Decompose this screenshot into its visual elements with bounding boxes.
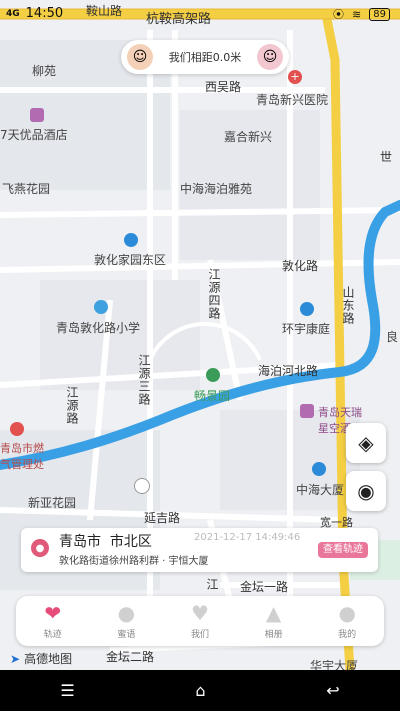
location-card: ● 青岛市 市北区 2021-12-17 14:49:46 敦化路街道徐州路利群…	[21, 528, 378, 572]
map-label: 中海大厦	[296, 483, 345, 497]
map-label: 青岛敦化路小学	[56, 321, 141, 335]
avatar[interactable]: ☺	[127, 44, 153, 70]
chat-bubble-icon: ●	[117, 601, 136, 625]
status-left: 4G 14:50	[6, 6, 63, 21]
tab-whisper[interactable]: ● 蜜语	[96, 601, 156, 640]
map-label: 金坛二路	[106, 650, 155, 664]
map-label: 世	[380, 150, 393, 164]
status-bar: 4G 14:50 ⦿ ≋ 89	[0, 0, 400, 28]
map-label: 新亚花园	[28, 496, 77, 510]
map-label: 延吉路	[144, 511, 181, 525]
building-icon[interactable]	[312, 462, 326, 476]
map-label: 7天优品酒店	[0, 128, 68, 142]
system-navigation-bar: ☰ ⌂ ↩	[0, 670, 400, 711]
map-label: 敦化路	[282, 259, 319, 273]
wifi-icon: ≋	[352, 7, 362, 21]
tab-album[interactable]: ▲ 相册	[244, 601, 304, 640]
map-label: 环宇康庭	[282, 322, 331, 336]
back-icon[interactable]: ↩	[326, 681, 339, 700]
map-label: 良	[386, 330, 399, 344]
heart-track-icon: ❤	[44, 601, 62, 625]
heart-icon: ♥	[191, 601, 209, 625]
map-label: 嘉合新兴	[224, 130, 273, 144]
hospital-icon[interactable]: +	[288, 70, 302, 84]
home-icon[interactable]: ⌂	[195, 681, 205, 700]
tab-label: 我的	[338, 630, 357, 640]
map-label: 飞燕花园	[2, 182, 51, 196]
hotel-icon[interactable]	[30, 108, 44, 122]
map-label: 西吴路	[205, 80, 242, 94]
map-label: 江源三路	[137, 354, 151, 406]
network-indicator: 4G	[6, 8, 20, 19]
map-label: 中海海泊雅苑	[180, 182, 253, 196]
hotel-icon[interactable]	[300, 404, 314, 418]
map-label: 敦化家园东区	[94, 253, 167, 267]
map-layers-button[interactable]: ◈	[346, 423, 386, 463]
tab-mine[interactable]: ● 我的	[317, 601, 377, 640]
distance-indicator: ☺ 我们相距0.0米 ☺	[121, 40, 289, 74]
map-label: 金坛一路	[240, 580, 289, 594]
map-label: 山东路	[341, 286, 355, 325]
location-status-icon: ⦿	[333, 8, 345, 21]
locate-button[interactable]: ◉	[346, 471, 386, 511]
status-time: 14:50	[25, 6, 64, 21]
distance-text: 我们相距0.0米	[168, 51, 242, 64]
location-city: 青岛市 市北区	[59, 534, 152, 550]
location-address: 敦化路街道徐州路利群 · 宇恒大厦	[59, 556, 209, 567]
school-icon[interactable]	[94, 300, 108, 314]
mountain-photo-icon: ▲	[265, 601, 282, 625]
location-time: 2021-12-17 14:49:46	[194, 532, 301, 543]
tab-label: 我们	[190, 630, 209, 640]
amap-logo-text: 高德地图	[24, 652, 73, 666]
view-track-button[interactable]: 查看轨迹	[318, 542, 368, 558]
battery-icon: 89	[369, 7, 390, 21]
map-label: 柳苑	[32, 64, 57, 78]
amap-logo: ➤ 高德地图	[10, 650, 72, 667]
amap-logo-icon: ➤	[10, 651, 21, 666]
map-label: 江源四路	[207, 268, 221, 320]
location-marker-icon[interactable]	[134, 478, 150, 494]
map-label: 海泊河北路	[258, 364, 319, 378]
avatar[interactable]: ☺	[257, 44, 283, 70]
tab-label: 相册	[264, 630, 283, 640]
status-right: ⦿ ≋ 89	[333, 6, 390, 22]
tab-label: 轨迹	[43, 630, 62, 640]
tab-us[interactable]: ♥ 我们	[170, 601, 230, 640]
map-label: 青岛新兴医院	[256, 93, 329, 107]
map-label: 青岛市燃气管理处	[0, 442, 44, 471]
tab-label: 蜜语	[117, 630, 136, 640]
layers-icon: ◈	[358, 431, 374, 455]
bottom-tab-bar: ❤ 轨迹 ● 蜜语 ♥ 我们 ▲ 相册 ● 我的	[16, 596, 384, 646]
map-label: 畅景园	[194, 389, 231, 403]
menu-icon[interactable]: ☰	[60, 681, 74, 700]
location-pin-icon: ●	[31, 539, 49, 557]
map-label: 江源路	[65, 386, 79, 425]
park-icon[interactable]	[206, 368, 220, 382]
tab-track[interactable]: ❤ 轨迹	[23, 601, 83, 640]
gas-office-icon[interactable]	[10, 422, 24, 436]
map-label: 江	[205, 578, 219, 591]
target-icon: ◉	[357, 479, 375, 503]
residence-icon[interactable]	[300, 302, 314, 316]
person-icon: ●	[338, 601, 356, 625]
residence-icon[interactable]	[124, 233, 138, 247]
